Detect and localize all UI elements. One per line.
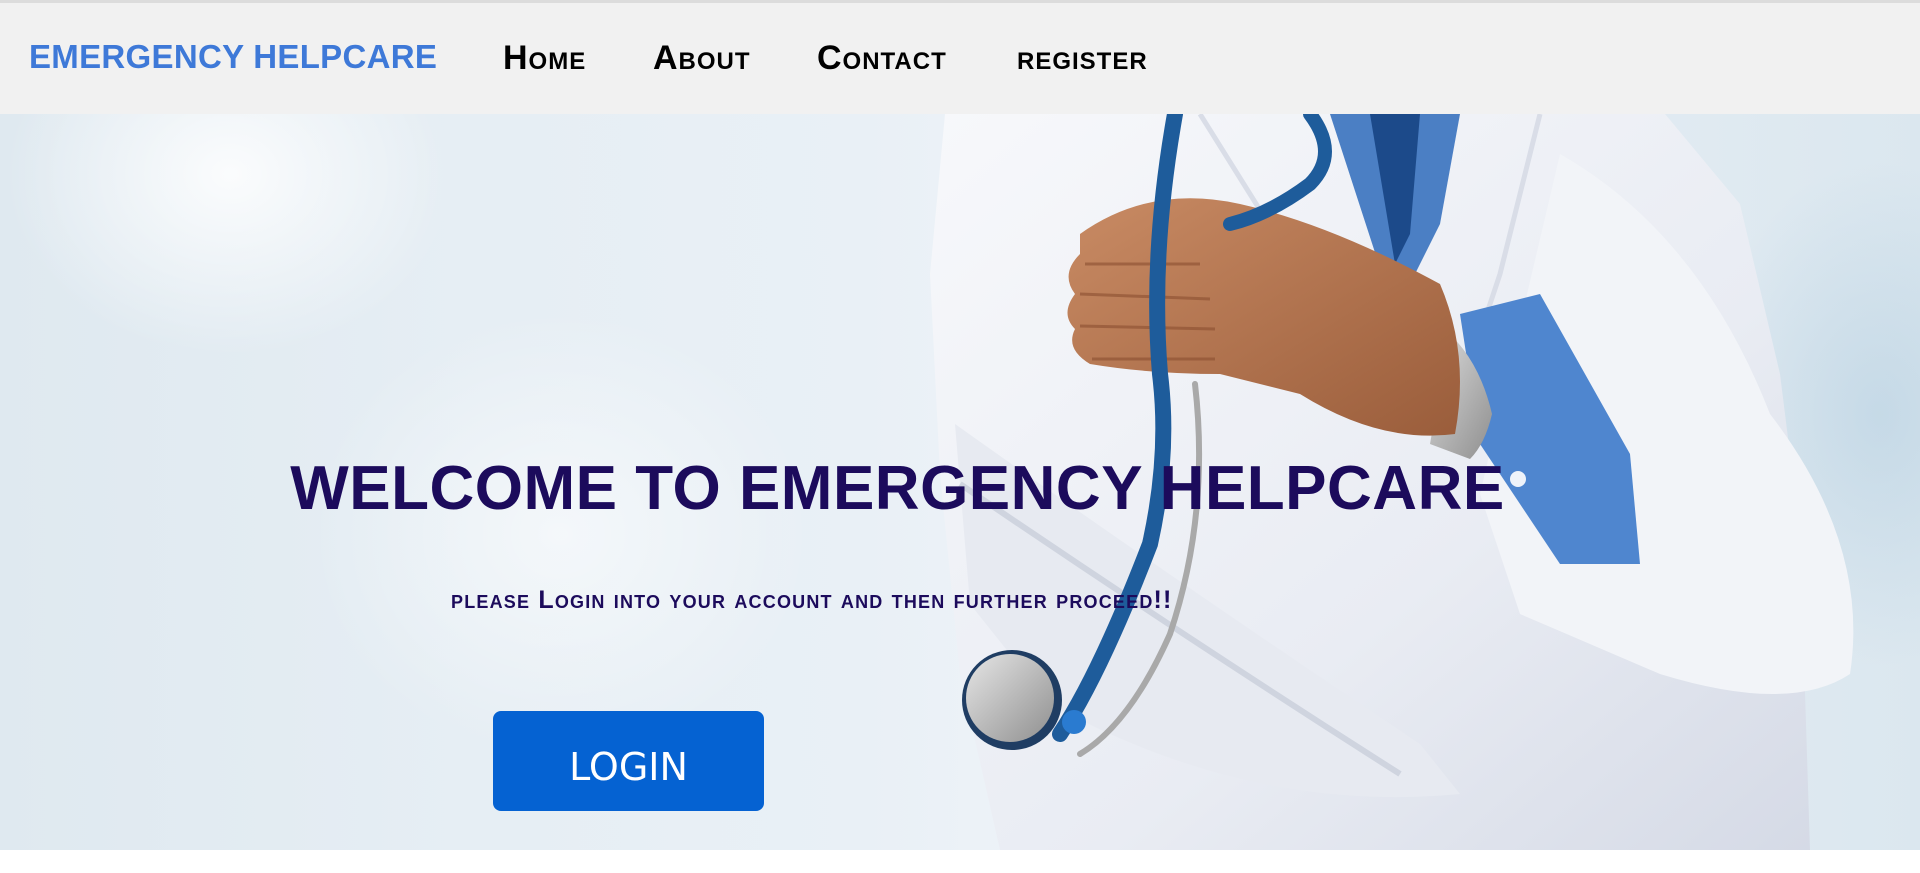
nav-register-link[interactable]: register <box>1017 39 1148 78</box>
hero-section: WELCOME TO EMERGENCY HELPCARE please Log… <box>0 114 1920 850</box>
nav-about-link[interactable]: About <box>653 39 751 78</box>
hero-subtitle: please Login into your account and then … <box>451 586 1173 614</box>
nav-contact-link[interactable]: Contact <box>817 39 947 78</box>
navbar: EMERGENCY HELPCARE Home About Contact re… <box>0 3 1920 114</box>
login-button[interactable]: LOGIN <box>493 711 764 811</box>
nav-home-link[interactable]: Home <box>503 39 586 78</box>
brand-logo-text[interactable]: EMERGENCY HELPCARE <box>29 38 437 76</box>
hero-title: WELCOME TO EMERGENCY HELPCARE <box>290 454 1505 523</box>
